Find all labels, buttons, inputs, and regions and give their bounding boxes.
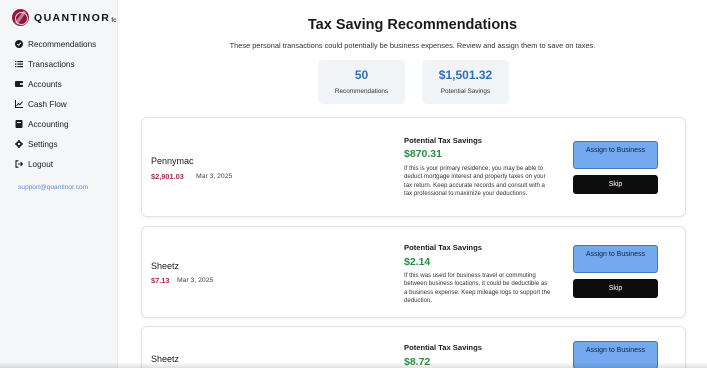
- book-icon: [15, 120, 23, 128]
- bottom-shadow: [0, 362, 707, 368]
- sidebar-item-label: Accounting: [28, 119, 69, 129]
- sidebar: QUANTINOR fc Recommendations Transaction…: [0, 0, 118, 368]
- skip-button[interactable]: Skip: [573, 175, 658, 194]
- sidebar-item-cash-flow[interactable]: Cash Flow: [0, 94, 118, 114]
- savings-description: If this was used for business travel or …: [404, 272, 551, 305]
- support-email-link[interactable]: support@quantinor.com: [18, 184, 88, 191]
- sidebar-item-settings[interactable]: Settings: [0, 134, 118, 154]
- assign-to-business-button[interactable]: Assign to Business: [573, 141, 658, 169]
- stat-value: $1,501.32: [438, 68, 493, 82]
- sidebar-item-label: Transactions: [28, 59, 75, 69]
- check-circle-icon: [15, 40, 23, 48]
- sidebar-item-label: Settings: [28, 139, 58, 149]
- stat-card-potential-savings: $1,501.32 Potential Savings: [422, 60, 509, 104]
- stat-label: Recommendations: [334, 88, 389, 95]
- sidebar-item-label: Cash Flow: [28, 99, 67, 109]
- merchant-name: Pennymac: [151, 156, 194, 166]
- brand-logo[interactable]: QUANTINOR fc: [12, 9, 117, 26]
- page-subtitle: These personal transactions could potent…: [229, 41, 596, 50]
- logout-icon: [15, 160, 23, 168]
- skip-button[interactable]: Skip: [573, 279, 658, 298]
- savings-heading: Potential Tax Savings: [404, 136, 482, 145]
- stat-label: Potential Savings: [440, 88, 491, 95]
- sidebar-item-transactions[interactable]: Transactions: [0, 54, 118, 74]
- line-chart-icon: [15, 100, 23, 108]
- wallet-icon: [15, 80, 23, 88]
- sidebar-item-recommendations[interactable]: Recommendations: [0, 34, 118, 54]
- savings-description: If this is your primary residence, you m…: [404, 165, 546, 198]
- transaction-amount: $7.13: [151, 276, 170, 285]
- savings-heading: Potential Tax Savings: [404, 343, 482, 352]
- list-icon: [15, 60, 23, 68]
- sidebar-item-logout[interactable]: Logout: [0, 154, 118, 174]
- stat-value: 50: [354, 68, 369, 82]
- stat-card-recommendations: 50 Recommendations: [318, 60, 405, 104]
- merchant-name: Sheetz: [151, 261, 180, 271]
- transaction-date: Mar 3, 2025: [196, 173, 233, 180]
- brand-suffix: fc: [111, 18, 117, 24]
- transaction-amount: $2,901.03: [151, 172, 184, 181]
- transaction-date: Mar 3, 2025: [177, 277, 214, 284]
- savings-heading: Potential Tax Savings: [404, 243, 482, 252]
- recommendation-card: Sheetz $7.13 Mar 3, 2025 Potential Tax S…: [141, 226, 686, 318]
- sidebar-item-accounts[interactable]: Accounts: [0, 74, 118, 94]
- logo-mark-icon: [12, 9, 29, 26]
- gear-icon: [15, 140, 23, 148]
- sidebar-item-label: Recommendations: [28, 39, 97, 49]
- sidebar-item-label: Accounts: [28, 79, 62, 89]
- savings-value: $2.14: [404, 256, 431, 268]
- savings-value: $870.31: [404, 148, 442, 160]
- assign-to-business-button[interactable]: Assign to Business: [573, 245, 658, 273]
- recommendation-card: Pennymac $2,901.03 Mar 3, 2025 Potential…: [141, 117, 686, 217]
- sidebar-nav: Recommendations Transactions Accounts Ca…: [0, 34, 118, 174]
- sidebar-item-label: Logout: [28, 159, 54, 169]
- brand-name: QUANTINOR: [34, 11, 111, 24]
- sidebar-item-accounting[interactable]: Accounting: [0, 114, 118, 134]
- page-title: Tax Saving Recommendations: [307, 17, 518, 33]
